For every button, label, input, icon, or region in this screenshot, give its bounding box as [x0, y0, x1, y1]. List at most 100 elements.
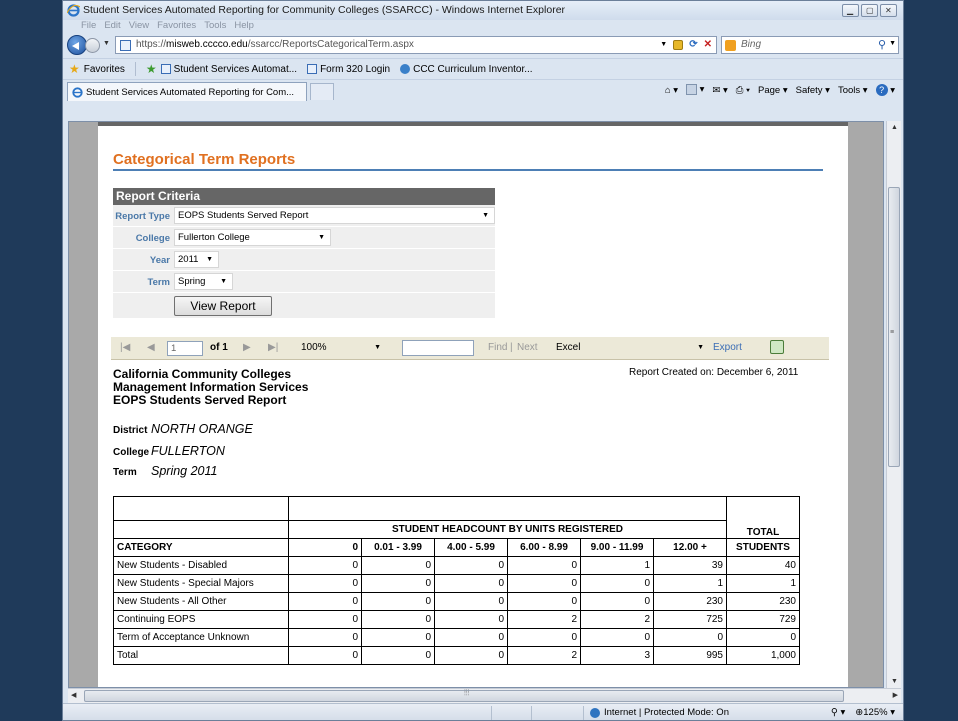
safety-menu[interactable]: Safety ▾	[796, 85, 830, 96]
page-number-input[interactable]: 1	[167, 341, 203, 356]
scroll-up-icon[interactable]: ▲	[891, 124, 898, 131]
favorite-link-curriculum[interactable]: CCC Curriculum Inventor...	[400, 64, 533, 75]
value-cell: 0	[361, 628, 435, 647]
table-row: New Students - All Other 0 0 0 0 0 230 230	[113, 592, 800, 611]
status-divider	[583, 706, 584, 720]
year-select[interactable]: 2011 ▼	[174, 251, 219, 268]
tools-menu[interactable]: Tools ▾	[838, 85, 868, 96]
category-cell: Continuing EOPS	[113, 610, 289, 629]
vertical-scroll-thumb[interactable]	[888, 187, 900, 467]
column-header: 0	[288, 538, 362, 557]
term-select[interactable]: Spring ▼	[174, 273, 233, 290]
favorites-button[interactable]: Favorites	[84, 64, 125, 75]
favorite-link-ssarcc[interactable]: Student Services Automat...	[160, 64, 297, 75]
value-cell: 0	[361, 592, 435, 611]
college-field: College FULLERTON	[113, 444, 225, 458]
export-link[interactable]: Export	[713, 342, 742, 353]
value-cell: 995	[653, 646, 727, 665]
feeds-icon[interactable]: ▾	[685, 84, 704, 96]
value-cell: 0	[507, 556, 581, 575]
separator	[134, 62, 136, 76]
menu-file[interactable]: File	[81, 20, 96, 33]
criteria-header: Report Criteria	[113, 188, 495, 205]
find-input[interactable]	[402, 340, 474, 356]
view-report-button[interactable]: View Report	[174, 296, 272, 316]
new-tab-button[interactable]	[310, 83, 334, 100]
page-top-rule	[98, 122, 848, 126]
favorite-link-form320[interactable]: Form 320 Login	[307, 64, 390, 75]
add-favorite-icon[interactable]: ★	[146, 62, 157, 76]
value-cell: 0	[580, 628, 654, 647]
page-menu[interactable]: Page ▾	[758, 85, 788, 96]
tab-label: Student Services Automated Reporting for…	[86, 86, 295, 98]
table-corner	[113, 496, 289, 521]
menu-help[interactable]: Help	[234, 20, 254, 33]
search-options-icon[interactable]: ▼	[889, 40, 896, 47]
total-cell: 0	[726, 628, 800, 647]
lock-icon[interactable]	[673, 39, 684, 50]
address-row: ▼ https://misweb.cccco.edu/ssarcc/Report…	[63, 33, 903, 58]
value-cell: 0	[361, 646, 435, 665]
next-page-icon[interactable]: ▶	[243, 342, 251, 353]
horizontal-scrollbar[interactable]: ◀ ⦙⦙⦙ ▶	[68, 688, 901, 703]
previous-page-icon[interactable]: ◀	[147, 342, 155, 353]
district-field: District NORTH ORANGE	[113, 422, 253, 436]
menu-favorites[interactable]: Favorites	[157, 20, 196, 33]
table-row: Total 0 0 0 2 3 995 1,000	[113, 646, 800, 665]
minimize-button[interactable]: ▁	[842, 4, 859, 17]
refresh-report-icon[interactable]	[770, 340, 784, 354]
close-button[interactable]: ✕	[880, 4, 897, 17]
report-type-select[interactable]: EOPS Students Served Report ▼	[174, 207, 495, 224]
value-cell: 39	[653, 556, 727, 575]
value-cell: 2	[507, 646, 581, 665]
next-link[interactable]: Next	[517, 342, 538, 353]
scroll-down-icon[interactable]: ▼	[891, 678, 898, 685]
maximize-button[interactable]: ▢	[861, 4, 878, 17]
recent-pages-dropdown[interactable]: ▼	[103, 40, 110, 47]
stop-icon[interactable]: ✕	[704, 39, 712, 50]
term-field: Term Spring 2011	[113, 464, 218, 478]
find-link[interactable]: Find	[488, 342, 507, 353]
search-box[interactable]: Bing ⚲ ▼	[721, 36, 899, 54]
print-icon[interactable]: ⎙ ▾	[736, 85, 750, 96]
tab-active[interactable]: Student Services Automated Reporting for…	[67, 82, 307, 101]
value-cell: 0	[288, 592, 362, 611]
menu-view[interactable]: View	[129, 20, 149, 33]
value-cell: 3	[580, 646, 654, 665]
value-cell: 230	[653, 592, 727, 611]
security-zone[interactable]: Internet | Protected Mode: On	[590, 707, 729, 718]
back-button[interactable]	[67, 35, 87, 55]
scroll-right-icon[interactable]: ▶	[893, 691, 898, 699]
college-select[interactable]: Fullerton College ▼	[174, 229, 331, 246]
value-cell: 0	[288, 610, 362, 629]
value-cell: 0	[434, 610, 508, 629]
address-bar[interactable]: https://misweb.cccco.edu/ssarcc/ReportsC…	[115, 36, 717, 54]
protected-mode-icon[interactable]: ⚲ ▾	[831, 707, 845, 718]
value-cell: 0	[580, 574, 654, 593]
address-dropdown-icon[interactable]: ▼	[660, 41, 667, 48]
favorites-star-icon[interactable]: ★	[69, 62, 80, 76]
table-total-spacer: TOTAL	[726, 496, 800, 539]
zoom-level[interactable]: ⊕125% ▾	[855, 707, 895, 718]
mail-icon[interactable]: ✉ ▾	[712, 85, 727, 96]
menu-edit[interactable]: Edit	[104, 20, 120, 33]
last-page-icon[interactable]: ▶|	[268, 342, 278, 353]
column-header: 4.00 - 5.99	[434, 538, 508, 557]
first-page-icon[interactable]: |◀	[120, 342, 130, 353]
refresh-icon[interactable]: ⟳	[689, 39, 697, 50]
vertical-scrollbar[interactable]: ▲ ≡ ▼	[886, 121, 901, 688]
scroll-left-icon[interactable]: ◀	[71, 691, 76, 699]
export-format-select[interactable]: Excel ▼	[556, 341, 706, 356]
category-cell: Total	[113, 646, 289, 665]
report-type-label: Report Type	[115, 211, 170, 222]
value-cell: 0	[434, 628, 508, 647]
zoom-select[interactable]: 100% ▼	[301, 341, 383, 356]
home-icon[interactable]: ⌂ ▾	[665, 85, 678, 96]
search-icon[interactable]: ⚲	[878, 38, 886, 51]
menu-tools[interactable]: Tools	[204, 20, 226, 33]
forward-button[interactable]	[85, 38, 100, 53]
table-row: Term of Acceptance Unknown 0 0 0 0 0 0 0	[113, 628, 800, 647]
help-icon[interactable]: ? ▾	[875, 84, 895, 96]
title-bar: Student Services Automated Reporting for…	[63, 1, 903, 20]
page-viewport: Categorical Term Reports Report Criteria…	[68, 121, 884, 688]
